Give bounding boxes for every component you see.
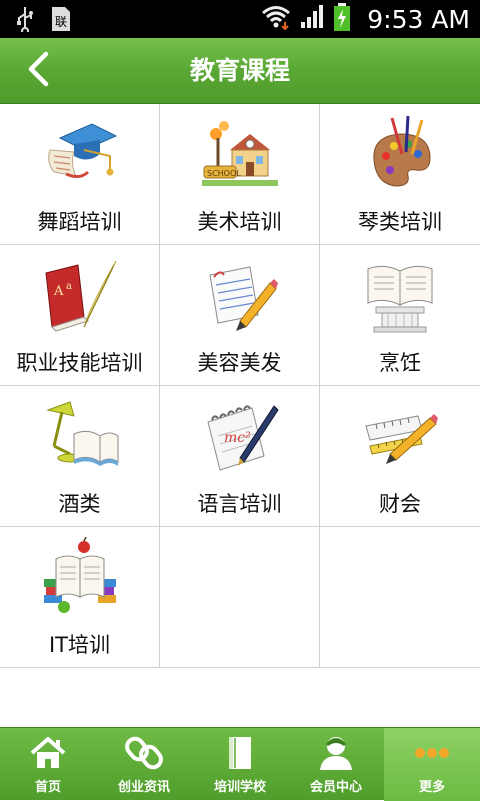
more-dots-icon xyxy=(413,734,451,772)
home-icon xyxy=(29,734,67,772)
paint-palette-icon xyxy=(360,114,440,194)
grid-row: IT培训 xyxy=(0,527,480,668)
back-arrow-icon xyxy=(26,51,50,91)
books-apple-icon xyxy=(40,536,120,617)
graduation-cap-icon xyxy=(40,114,120,194)
course-cooking[interactable]: 烹饪 xyxy=(320,245,480,385)
sim-icon: 联 xyxy=(50,6,72,36)
grid-row: 舞蹈培训 SCHOOL 美术培训 琴类培训 xyxy=(0,104,480,245)
tab-label: 首页 xyxy=(34,780,61,795)
course-label: IT培训 xyxy=(48,633,111,657)
svg-text:mc²: mc² xyxy=(224,430,251,446)
status-bar: 联 9:53 AM xyxy=(0,0,480,38)
course-label: 舞蹈培训 xyxy=(37,210,122,234)
notepad-pencil-icon xyxy=(200,255,280,335)
desk-lamp-book-icon xyxy=(40,396,120,476)
school-house-icon: SCHOOL xyxy=(200,114,280,194)
course-dance[interactable]: 舞蹈培训 xyxy=(0,104,160,244)
svg-text:A: A xyxy=(53,284,64,299)
book-feather-icon: A a xyxy=(40,255,120,335)
course-label: 职业技能培训 xyxy=(16,351,143,375)
course-vocational[interactable]: A a 职业技能培训 xyxy=(0,245,160,385)
tab-home[interactable]: 首页 xyxy=(0,728,96,801)
course-music[interactable]: 琴类培训 xyxy=(320,104,480,244)
svg-text:a: a xyxy=(66,281,72,292)
status-time: 9:53 AM xyxy=(367,4,470,34)
course-label: 琴类培训 xyxy=(358,210,442,234)
course-accounting[interactable]: 财会 xyxy=(320,386,480,526)
course-label: 烹饪 xyxy=(379,351,421,375)
book-icon xyxy=(221,734,259,772)
page-title: 教育课程 xyxy=(189,56,290,85)
course-label: 财会 xyxy=(379,492,421,516)
empty-cell xyxy=(320,527,480,667)
tab-more[interactable]: 更多 xyxy=(384,728,480,801)
usb-icon xyxy=(14,6,36,36)
signal-icon xyxy=(299,4,325,34)
course-label: 酒类 xyxy=(58,492,101,516)
course-art[interactable]: SCHOOL 美术培训 xyxy=(160,104,320,244)
course-it[interactable]: IT培训 xyxy=(0,527,160,667)
title-bar: 教育课程 xyxy=(0,38,480,104)
user-icon xyxy=(317,734,355,772)
open-book-column-icon xyxy=(360,255,440,335)
tab-training-school[interactable]: 培训学校 xyxy=(192,728,288,801)
ruler-pencil-icon xyxy=(360,396,440,476)
svg-text:SCHOOL: SCHOOL xyxy=(207,169,241,178)
grid-row: 酒类 mc² 语言培训 财会 xyxy=(0,386,480,527)
bottom-tab-bar: 首页 创业资讯 培训学校 会员中心 更多 xyxy=(0,727,480,801)
back-button[interactable] xyxy=(18,50,58,92)
course-wine[interactable]: 酒类 xyxy=(0,386,160,526)
course-label: 语言培训 xyxy=(197,492,282,516)
course-label: 美容美发 xyxy=(197,351,282,375)
course-grid: 舞蹈培训 SCHOOL 美术培训 琴类培训 A a 职业技能培训 美容美发 烹饪… xyxy=(0,104,480,668)
tab-label: 创业资讯 xyxy=(117,780,170,795)
tab-member-center[interactable]: 会员中心 xyxy=(288,728,384,801)
course-beauty[interactable]: 美容美发 xyxy=(160,245,320,385)
battery-icon xyxy=(333,3,351,35)
course-label: 美术培训 xyxy=(197,210,282,234)
tab-label: 会员中心 xyxy=(309,780,362,795)
tab-label: 培训学校 xyxy=(213,780,266,795)
course-language[interactable]: mc² 语言培训 xyxy=(160,386,320,526)
empty-cell xyxy=(160,527,320,667)
svg-text:联: 联 xyxy=(55,15,67,29)
spiral-notebook-pen-icon: mc² xyxy=(200,396,280,476)
wifi-icon xyxy=(261,4,291,34)
link-icon xyxy=(125,734,163,772)
tab-startup-news[interactable]: 创业资讯 xyxy=(96,728,192,801)
grid-row: A a 职业技能培训 美容美发 烹饪 xyxy=(0,245,480,386)
tab-label: 更多 xyxy=(418,780,445,795)
